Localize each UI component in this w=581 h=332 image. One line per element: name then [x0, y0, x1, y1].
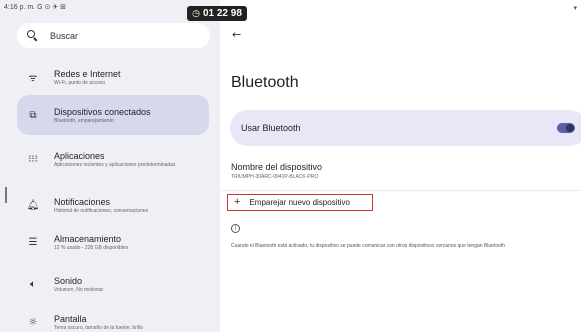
info-icon: i — [231, 224, 240, 233]
search-placeholder: Buscar — [50, 30, 79, 41]
sidebar-item-sound[interactable]: 🔈︎ Sonido Volumen, No molestar — [17, 264, 209, 304]
volume-icon: 🔈︎ — [30, 278, 36, 290]
sidebar-item-title: Redes e Internet — [54, 68, 121, 79]
back-arrow-icon[interactable]: ← — [232, 28, 241, 41]
sidebar-item-subtitle: Tema oscuro, tamaño de la fuente, brillo — [54, 324, 143, 331]
plus-icon: + — [234, 196, 241, 208]
wifi-icon: ᯤ — [28, 73, 38, 84]
edge-marker — [5, 187, 7, 203]
signal-icon: ▾ — [573, 5, 577, 12]
page-title: Bluetooth — [231, 74, 299, 91]
storage-icon: ☰ — [28, 236, 38, 248]
bell-icon: 🔔︎ — [26, 199, 40, 211]
clock-icon: ◷ — [192, 8, 200, 18]
sidebar-item-connected-devices[interactable]: ⧉ Dispositivos conectados Bluetooth, emp… — [17, 95, 209, 135]
sidebar-item-title: Pantalla — [54, 313, 87, 324]
sidebar-item-notifications[interactable]: 🔔︎ Notificaciones Historial de notificac… — [17, 185, 209, 225]
sidebar-item-subtitle: Aplicaciones recientes y aplicaciones pr… — [54, 161, 176, 168]
status-bar-time: 4:16 p. m. G ⊙ ✈ ⊞ — [4, 4, 66, 11]
bluetooth-panel: ▾ ← Bluetooth Usar Bluetooth Nombre del … — [220, 0, 581, 332]
sidebar-item-title: Sonido — [54, 275, 83, 286]
sidebar-item-subtitle: Historial de notificaciones, conversacio… — [54, 207, 149, 214]
sidebar-item-title: Almacenamiento — [54, 233, 122, 244]
sidebar-item-network[interactable]: ᯤ Redes e Internet Wi-Fi, punto de acces… — [17, 57, 209, 97]
sidebar-item-subtitle: Wi-Fi, punto de acceso — [54, 79, 106, 86]
use-bluetooth-label: Usar Bluetooth — [241, 123, 301, 133]
device-name-value: TRIUMPH-30ARC-9941P-BLACK-PRO — [231, 174, 319, 180]
sidebar-item-subtitle: 12 % usado - 228 GB disponibles — [54, 244, 129, 251]
sidebar-item-display[interactable]: ☼ Pantalla Tema oscuro, tamaño de la fue… — [17, 302, 209, 332]
bluetooth-toggle[interactable] — [557, 123, 575, 133]
timer-value: 01 22 98 — [202, 8, 242, 19]
sidebar-item-subtitle: Volumen, No molestar — [54, 286, 104, 293]
pair-new-device-label: Emparejar nuevo dispositivo — [249, 198, 350, 207]
use-bluetooth-row[interactable]: Usar Bluetooth — [230, 110, 581, 146]
sidebar-item-title: Notificaciones — [54, 196, 111, 207]
recording-timer: ◷ 01 22 98 — [187, 6, 247, 21]
sidebar-item-storage[interactable]: ☰ Almacenamiento 12 % usado - 228 GB dis… — [17, 222, 209, 262]
device-name-title[interactable]: Nombre del dispositivo — [231, 162, 322, 172]
sidebar-item-subtitle: Bluetooth, emparejamiento — [54, 117, 114, 124]
apps-icon: ⁝⁝⁝ — [28, 153, 38, 165]
sidebar-item-apps[interactable]: ⁝⁝⁝ Aplicaciones Aplicaciones recientes … — [17, 139, 209, 179]
search-icon — [27, 30, 38, 41]
search-bar[interactable]: Buscar — [17, 23, 210, 48]
bluetooth-info-text: Cuando el Bluetooth está activado, tu di… — [231, 243, 506, 249]
divider — [220, 190, 581, 191]
pair-new-device-button[interactable]: + Emparejar nuevo dispositivo — [227, 194, 373, 211]
display-icon: ☼ — [28, 316, 38, 328]
sidebar-item-title: Dispositivos conectados — [54, 106, 151, 117]
devices-icon: ⧉ — [29, 109, 37, 121]
sidebar-item-title: Aplicaciones — [54, 150, 105, 161]
settings-sidebar: 4:16 p. m. G ⊙ ✈ ⊞ Buscar ᯤ Redes e Inte… — [0, 0, 220, 332]
